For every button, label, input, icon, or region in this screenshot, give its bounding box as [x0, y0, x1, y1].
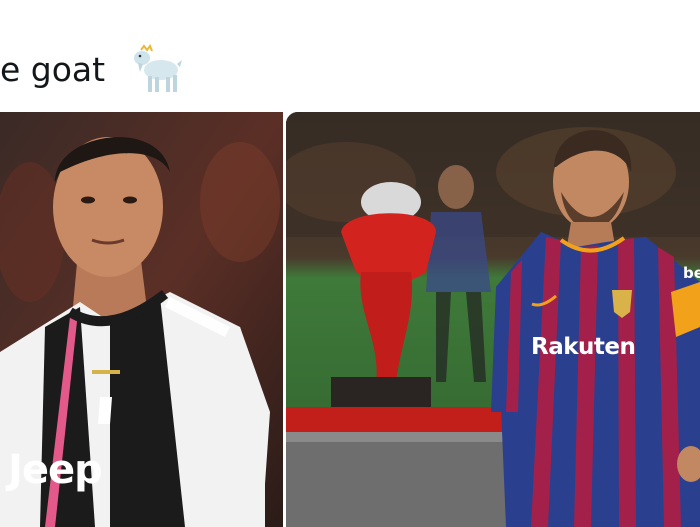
left-photo[interactable]: Jeep	[0, 112, 283, 527]
media-grid[interactable]: Jeep Rakuten be	[0, 112, 700, 527]
jersey-sponsor-text: Jeep	[8, 447, 103, 493]
goat-icon	[128, 44, 184, 96]
sleeve-text: be	[683, 264, 700, 282]
right-photo[interactable]: Rakuten be	[286, 112, 700, 527]
jersey-sponsor-text: Rakuten	[531, 334, 636, 360]
tweet-text: e goat	[0, 50, 106, 89]
